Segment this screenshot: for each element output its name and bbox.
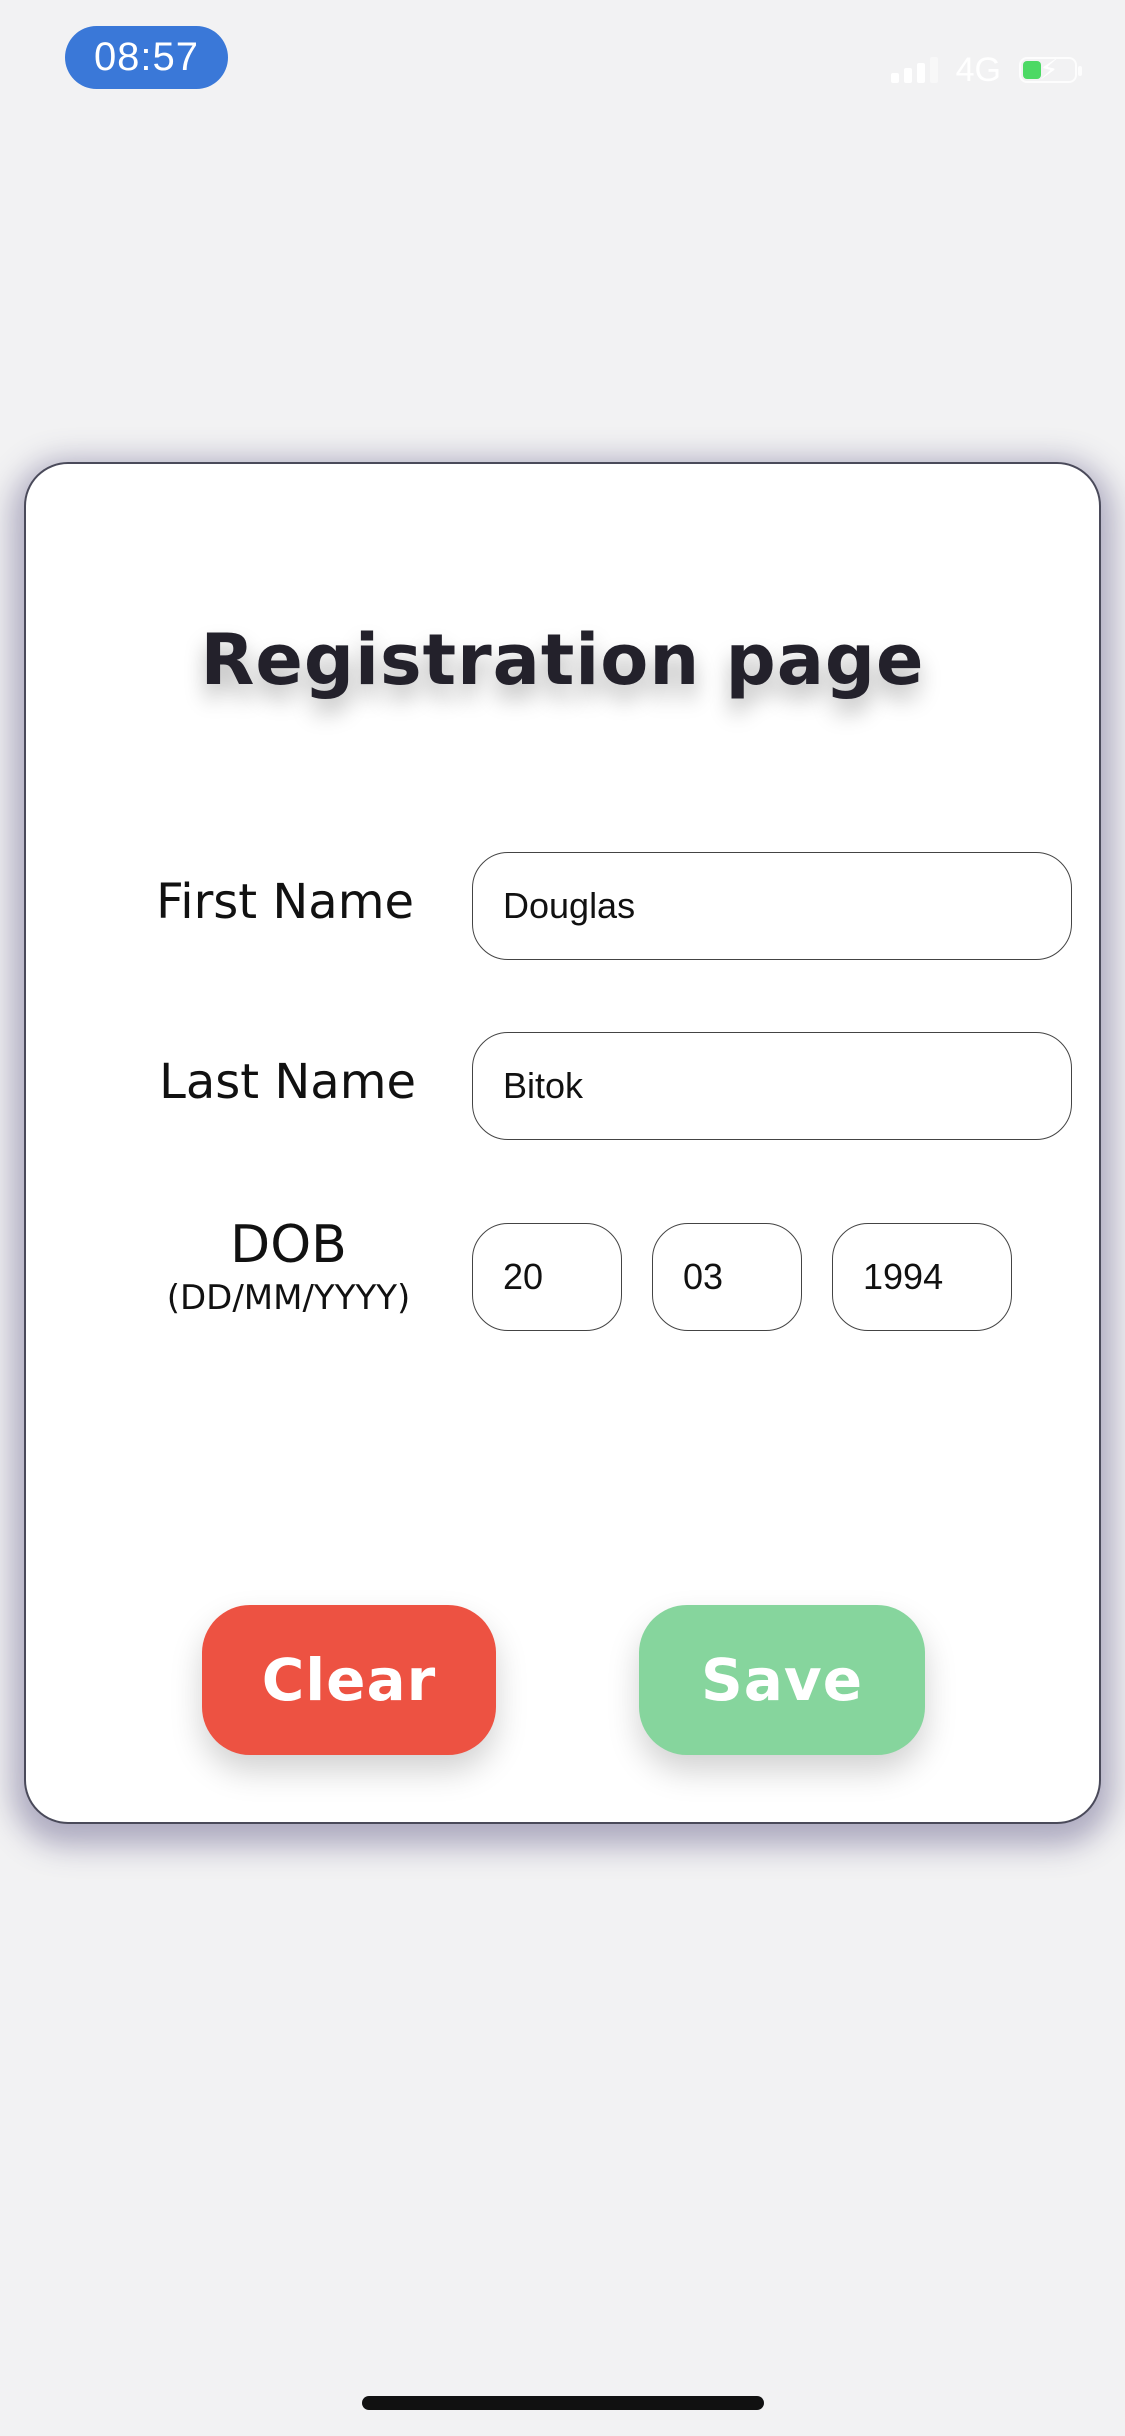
dob-month-input[interactable]	[652, 1223, 802, 1331]
network-type: 4G	[955, 50, 1001, 89]
clear-button[interactable]: Clear	[202, 1605, 496, 1755]
page-title: Registration page	[200, 619, 925, 701]
battery-charging-icon: ⚡	[1019, 53, 1082, 86]
dob-format-hint: (DD/MM/YYYY)	[166, 1278, 411, 1318]
dob-label: DOB	[230, 1215, 347, 1275]
registration-card: Registration page First Name Last Name D…	[24, 462, 1101, 1824]
dob-day-input[interactable]	[472, 1223, 622, 1331]
save-button[interactable]: Save	[639, 1605, 925, 1755]
last-name-input[interactable]	[472, 1032, 1072, 1140]
dob-label-group: DOB (DD/MM/YYYY)	[146, 1214, 431, 1320]
status-icons: 4G ⚡	[890, 48, 1082, 92]
first-name-label: First Name	[156, 874, 414, 930]
home-indicator[interactable]	[362, 2396, 764, 2410]
first-name-input[interactable]	[472, 852, 1072, 960]
status-time: 08:57	[65, 26, 228, 89]
last-name-label: Last Name	[159, 1054, 416, 1110]
signal-icon	[890, 57, 938, 83]
dob-year-input[interactable]	[832, 1223, 1012, 1331]
